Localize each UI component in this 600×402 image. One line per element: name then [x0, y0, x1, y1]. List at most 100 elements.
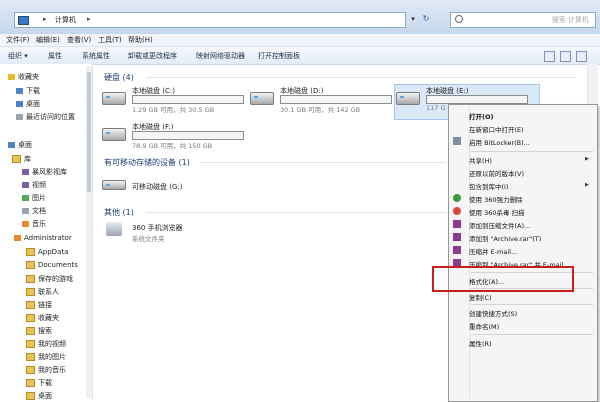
- drive-f[interactable]: 本地磁盘 (F:) 78.9 GB 可用，共 150 GB: [102, 122, 252, 152]
- menu-help[interactable]: 帮助(H): [128, 35, 153, 45]
- folder-icon: [26, 327, 35, 335]
- nav-lib-item[interactable]: 文档: [22, 206, 46, 216]
- menu-bitlocker[interactable]: 启用 BitLocker(B)...: [469, 137, 530, 147]
- map-network-drive-button[interactable]: 映射网络驱动器: [196, 51, 245, 61]
- menu-properties[interactable]: 属性(R): [469, 338, 492, 348]
- nav-admin-item[interactable]: 搜索: [26, 326, 52, 336]
- removable-disk-icon: [102, 180, 126, 190]
- app-folder-icon: [106, 222, 122, 236]
- nav-admin-item[interactable]: 链接: [26, 300, 52, 310]
- menu-copy[interactable]: 复制(C): [469, 292, 492, 302]
- nav-admin-item[interactable]: 我的视频: [26, 339, 66, 349]
- hard-disk-icon: [250, 92, 274, 105]
- drive-usage-bar: [132, 95, 244, 104]
- folder-icon: [26, 248, 35, 256]
- nav-admin-item[interactable]: Documents: [26, 261, 78, 269]
- browser-360-item[interactable]: 360 手机浏览器 系统文件夹: [106, 222, 256, 248]
- user-icon: [14, 235, 21, 241]
- drive-size: 30.1 GB 可用，共 142 GB: [280, 106, 361, 114]
- nav-admin-item[interactable]: 保存的游戏: [26, 274, 73, 284]
- address-dropdown-icon[interactable]: ▾: [408, 12, 418, 26]
- other-section-header[interactable]: 其他 (1): [104, 207, 134, 218]
- breadcrumb-computer[interactable]: 计算机: [55, 15, 76, 25]
- organize-button[interactable]: 组织 ▾: [8, 51, 28, 61]
- desktop-icon: [16, 101, 23, 107]
- star-icon: [8, 74, 15, 80]
- drive-size: 1.29 GB 可用，共 30.5 GB: [132, 106, 215, 114]
- breadcrumb-chevron-icon[interactable]: ▸: [87, 15, 91, 23]
- view-mode-icon[interactable]: [544, 51, 555, 62]
- item-subtitle: 系统文件夹: [132, 235, 165, 243]
- menu-add-archive-rar[interactable]: 添加到 "Archive.rar"(T): [469, 233, 541, 243]
- pictures-icon: [22, 195, 29, 201]
- uninstall-button[interactable]: 卸载或更改程序: [128, 51, 177, 61]
- drive-name: 可移动磁盘 (G:): [132, 183, 183, 191]
- removable-section-header[interactable]: 有可移动存储的设备 (1): [104, 157, 190, 168]
- address-bar[interactable]: ▸ 计算机 ▸: [14, 12, 406, 28]
- nav-admin-item[interactable]: AppData: [26, 248, 68, 256]
- nav-admin-item[interactable]: 下载: [26, 378, 52, 388]
- drive-usage-bar: [426, 95, 528, 104]
- nav-admin-item[interactable]: 我的音乐: [26, 365, 66, 375]
- nav-library[interactable]: 库: [12, 154, 31, 164]
- hdd-section-header[interactable]: 硬盘 (4): [104, 72, 134, 83]
- drive-g[interactable]: 可移动磁盘 (G:): [102, 178, 252, 198]
- menu-rename[interactable]: 重命名(M): [469, 321, 499, 331]
- menu-separator: [471, 304, 593, 305]
- nav-desktop-root[interactable]: 桌面: [8, 140, 32, 150]
- folder-icon: [26, 261, 35, 269]
- drive-d[interactable]: 本地磁盘 (D:) 30.1 GB 可用，共 142 GB: [250, 86, 400, 116]
- folder-icon: [26, 392, 35, 400]
- nav-scrollbar-thumb[interactable]: [87, 72, 91, 192]
- nav-admin-item[interactable]: 我的图片: [26, 352, 66, 362]
- menu-edit[interactable]: 编辑(E): [36, 35, 60, 45]
- search-placeholder: 搜索 计算机: [551, 16, 589, 24]
- preview-pane-icon[interactable]: [560, 51, 571, 62]
- nav-lib-item[interactable]: 图片: [22, 193, 46, 203]
- menu-add-archive[interactable]: 添加到压缩文件(A)...: [469, 220, 530, 230]
- format-highlight-box: [432, 266, 574, 292]
- nav-recent[interactable]: 最近访问的位置: [16, 112, 75, 122]
- folder-icon: [26, 366, 35, 374]
- menu-include-library[interactable]: 包含到库中(I): [469, 181, 509, 191]
- music-icon: [22, 221, 29, 227]
- properties-button[interactable]: 属性: [48, 51, 62, 61]
- breadcrumb-chevron-icon[interactable]: ▸: [43, 15, 47, 23]
- 360-delete-icon: [453, 194, 461, 202]
- help-icon[interactable]: [576, 51, 587, 62]
- nav-admin-item[interactable]: 收藏夹: [26, 313, 59, 323]
- menu-share[interactable]: 共享(H): [469, 155, 492, 165]
- menu-360-scan[interactable]: 使用 360杀毒 扫描: [469, 207, 525, 217]
- nav-lib-item[interactable]: 暴风影视库: [22, 167, 67, 177]
- library-icon: [12, 155, 21, 163]
- nav-favorites[interactable]: 收藏夹: [8, 72, 39, 82]
- context-menu: 打开(O) 在新窗口中打开(E) 启用 BitLocker(B)... 共享(H…: [448, 104, 598, 402]
- nav-admin-item[interactable]: 联系人: [26, 287, 59, 297]
- menu-compress-email[interactable]: 压缩并 E-mail...: [469, 246, 517, 256]
- search-input[interactable]: 搜索 计算机: [450, 12, 596, 28]
- nav-download[interactable]: 下载: [16, 86, 40, 96]
- section-divider: [146, 77, 576, 78]
- nav-scrollbar[interactable]: [86, 66, 92, 398]
- nav-lib-item[interactable]: 视频: [22, 180, 46, 190]
- 360-antivirus-icon: [453, 207, 461, 215]
- drive-c[interactable]: 本地磁盘 (C:) 1.29 GB 可用，共 30.5 GB: [102, 86, 252, 116]
- system-properties-button[interactable]: 系统属性: [82, 51, 110, 61]
- menu-separator: [471, 151, 593, 152]
- menu-bar: 文件(F) 编辑(E) 查看(V) 工具(T) 帮助(H): [0, 34, 600, 47]
- menu-view[interactable]: 查看(V): [67, 35, 91, 45]
- menu-open-new-window[interactable]: 在新窗口中打开(E): [469, 124, 524, 134]
- drive-usage-bar: [280, 95, 392, 104]
- control-panel-button[interactable]: 打开控制面板: [258, 51, 300, 61]
- menu-tools[interactable]: 工具(T): [98, 35, 122, 45]
- nav-desktop[interactable]: 桌面: [16, 99, 40, 109]
- nav-lib-item[interactable]: 音乐: [22, 219, 46, 229]
- menu-create-shortcut[interactable]: 创建快捷方式(S): [469, 308, 517, 318]
- menu-restore-versions[interactable]: 还原以前的版本(V): [469, 168, 524, 178]
- nav-administrator[interactable]: Administrator: [14, 234, 72, 242]
- documents-icon: [22, 208, 29, 214]
- menu-file[interactable]: 文件(F): [6, 35, 30, 45]
- menu-360-delete[interactable]: 使用 360强力删除: [469, 194, 522, 204]
- menu-open[interactable]: 打开(O): [469, 111, 493, 121]
- refresh-icon[interactable]: ↻: [420, 12, 432, 26]
